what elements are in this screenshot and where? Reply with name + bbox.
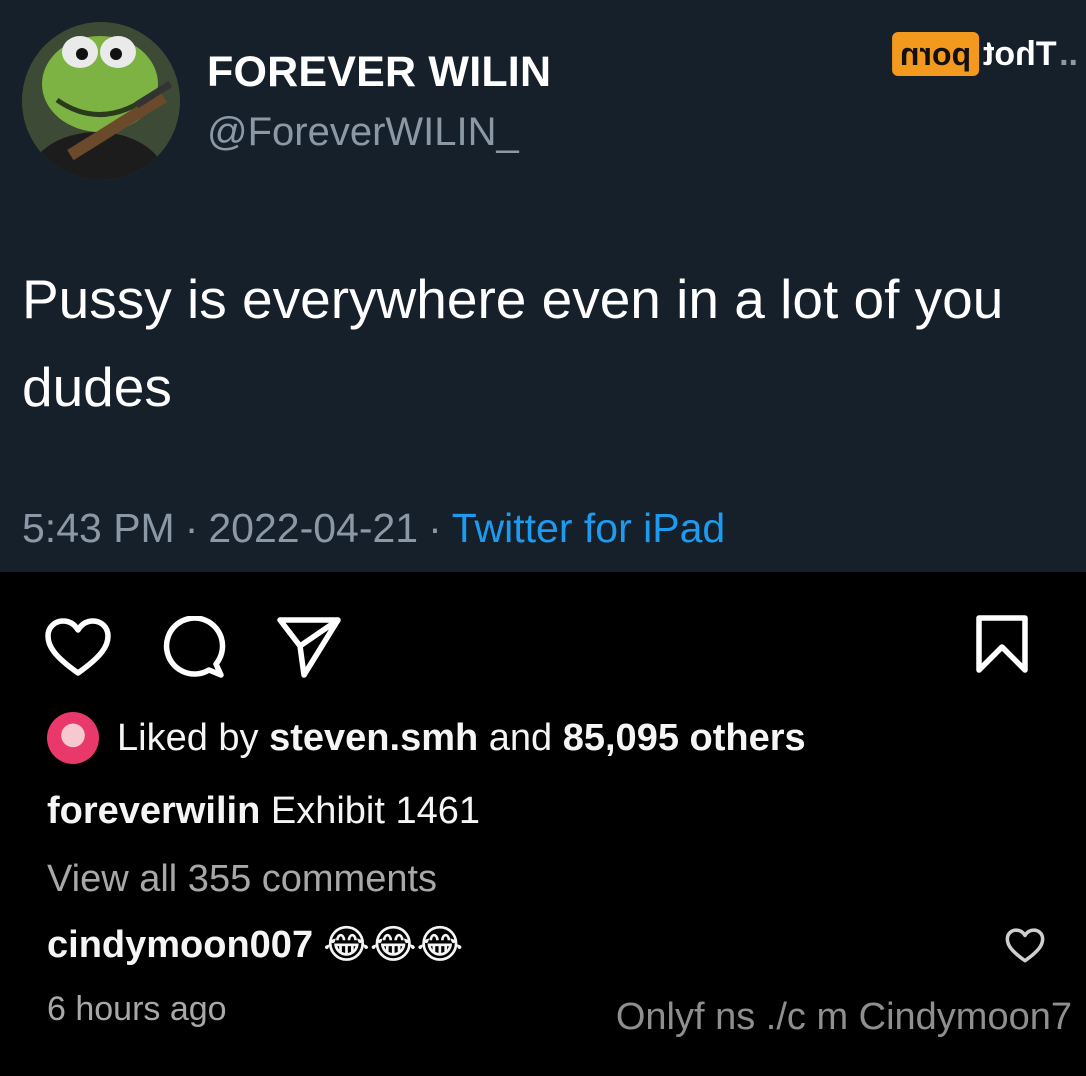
- heart-icon[interactable]: [44, 618, 112, 678]
- comment-timestamp: 6 hours ago: [47, 990, 227, 1028]
- likes-prefix: Liked by: [117, 716, 259, 759]
- watermark-logo: porn Thot ..: [892, 32, 1078, 76]
- more-icon: ..: [1059, 34, 1078, 73]
- tweet-card: FOREVER WILIN @ForeverWILIN_ porn Thot .…: [0, 0, 1086, 572]
- avatar-illustration: [22, 22, 180, 180]
- liker-avatar[interactable]: [47, 712, 99, 764]
- comment-like-heart-icon[interactable]: [1005, 928, 1045, 964]
- likes-summary[interactable]: Liked by steven.smh and 85,095 others: [47, 712, 806, 764]
- screenshot-frame: FOREVER WILIN @ForeverWILIN_ porn Thot .…: [0, 0, 1086, 1076]
- tweet-text: Pussy is everywhere even in a lot of you…: [22, 268, 1004, 418]
- view-all-comments-link[interactable]: View all 355 comments: [47, 858, 437, 901]
- tweet-time: 5:43 PM: [22, 505, 175, 551]
- comment-icon[interactable]: [162, 616, 226, 680]
- liker-username[interactable]: steven.smh: [269, 717, 478, 760]
- post-caption: foreverwilin Exhibit 1461: [47, 790, 480, 833]
- likes-count[interactable]: 85,095 others: [563, 717, 806, 760]
- comment-item: cindymoon007 😂😂😂: [47, 922, 463, 968]
- caption-username[interactable]: foreverwilin: [47, 790, 260, 832]
- meta-separator: ·: [184, 505, 199, 551]
- kermit-frog-avatar[interactable]: [22, 22, 180, 180]
- meta-separator: ·: [428, 505, 442, 551]
- caption-text: Exhibit 1461: [270, 790, 481, 832]
- watermark-text: Thot: [983, 34, 1058, 73]
- promo-overlay-text: Onlyf ns ./c m Cindymoon7: [615, 996, 1072, 1038]
- user-handle[interactable]: @ForeverWILIN_: [207, 110, 519, 155]
- tweet-meta: 5:43 PM · 2022-04-21 · Twitter for iPad: [22, 505, 725, 552]
- watermark-box-text: porn: [892, 32, 980, 76]
- tweet-date: 2022-04-21: [208, 505, 419, 551]
- display-name[interactable]: FOREVER WILIN: [207, 48, 551, 97]
- post-action-bar: [0, 600, 1086, 690]
- comment-username[interactable]: cindymoon007: [47, 924, 313, 967]
- share-icon[interactable]: [276, 614, 342, 680]
- likes-middle: and: [488, 716, 553, 759]
- bookmark-icon[interactable]: [975, 614, 1029, 674]
- tweet-source-link[interactable]: Twitter for iPad: [452, 505, 725, 551]
- comment-text: 😂😂😂: [323, 923, 464, 967]
